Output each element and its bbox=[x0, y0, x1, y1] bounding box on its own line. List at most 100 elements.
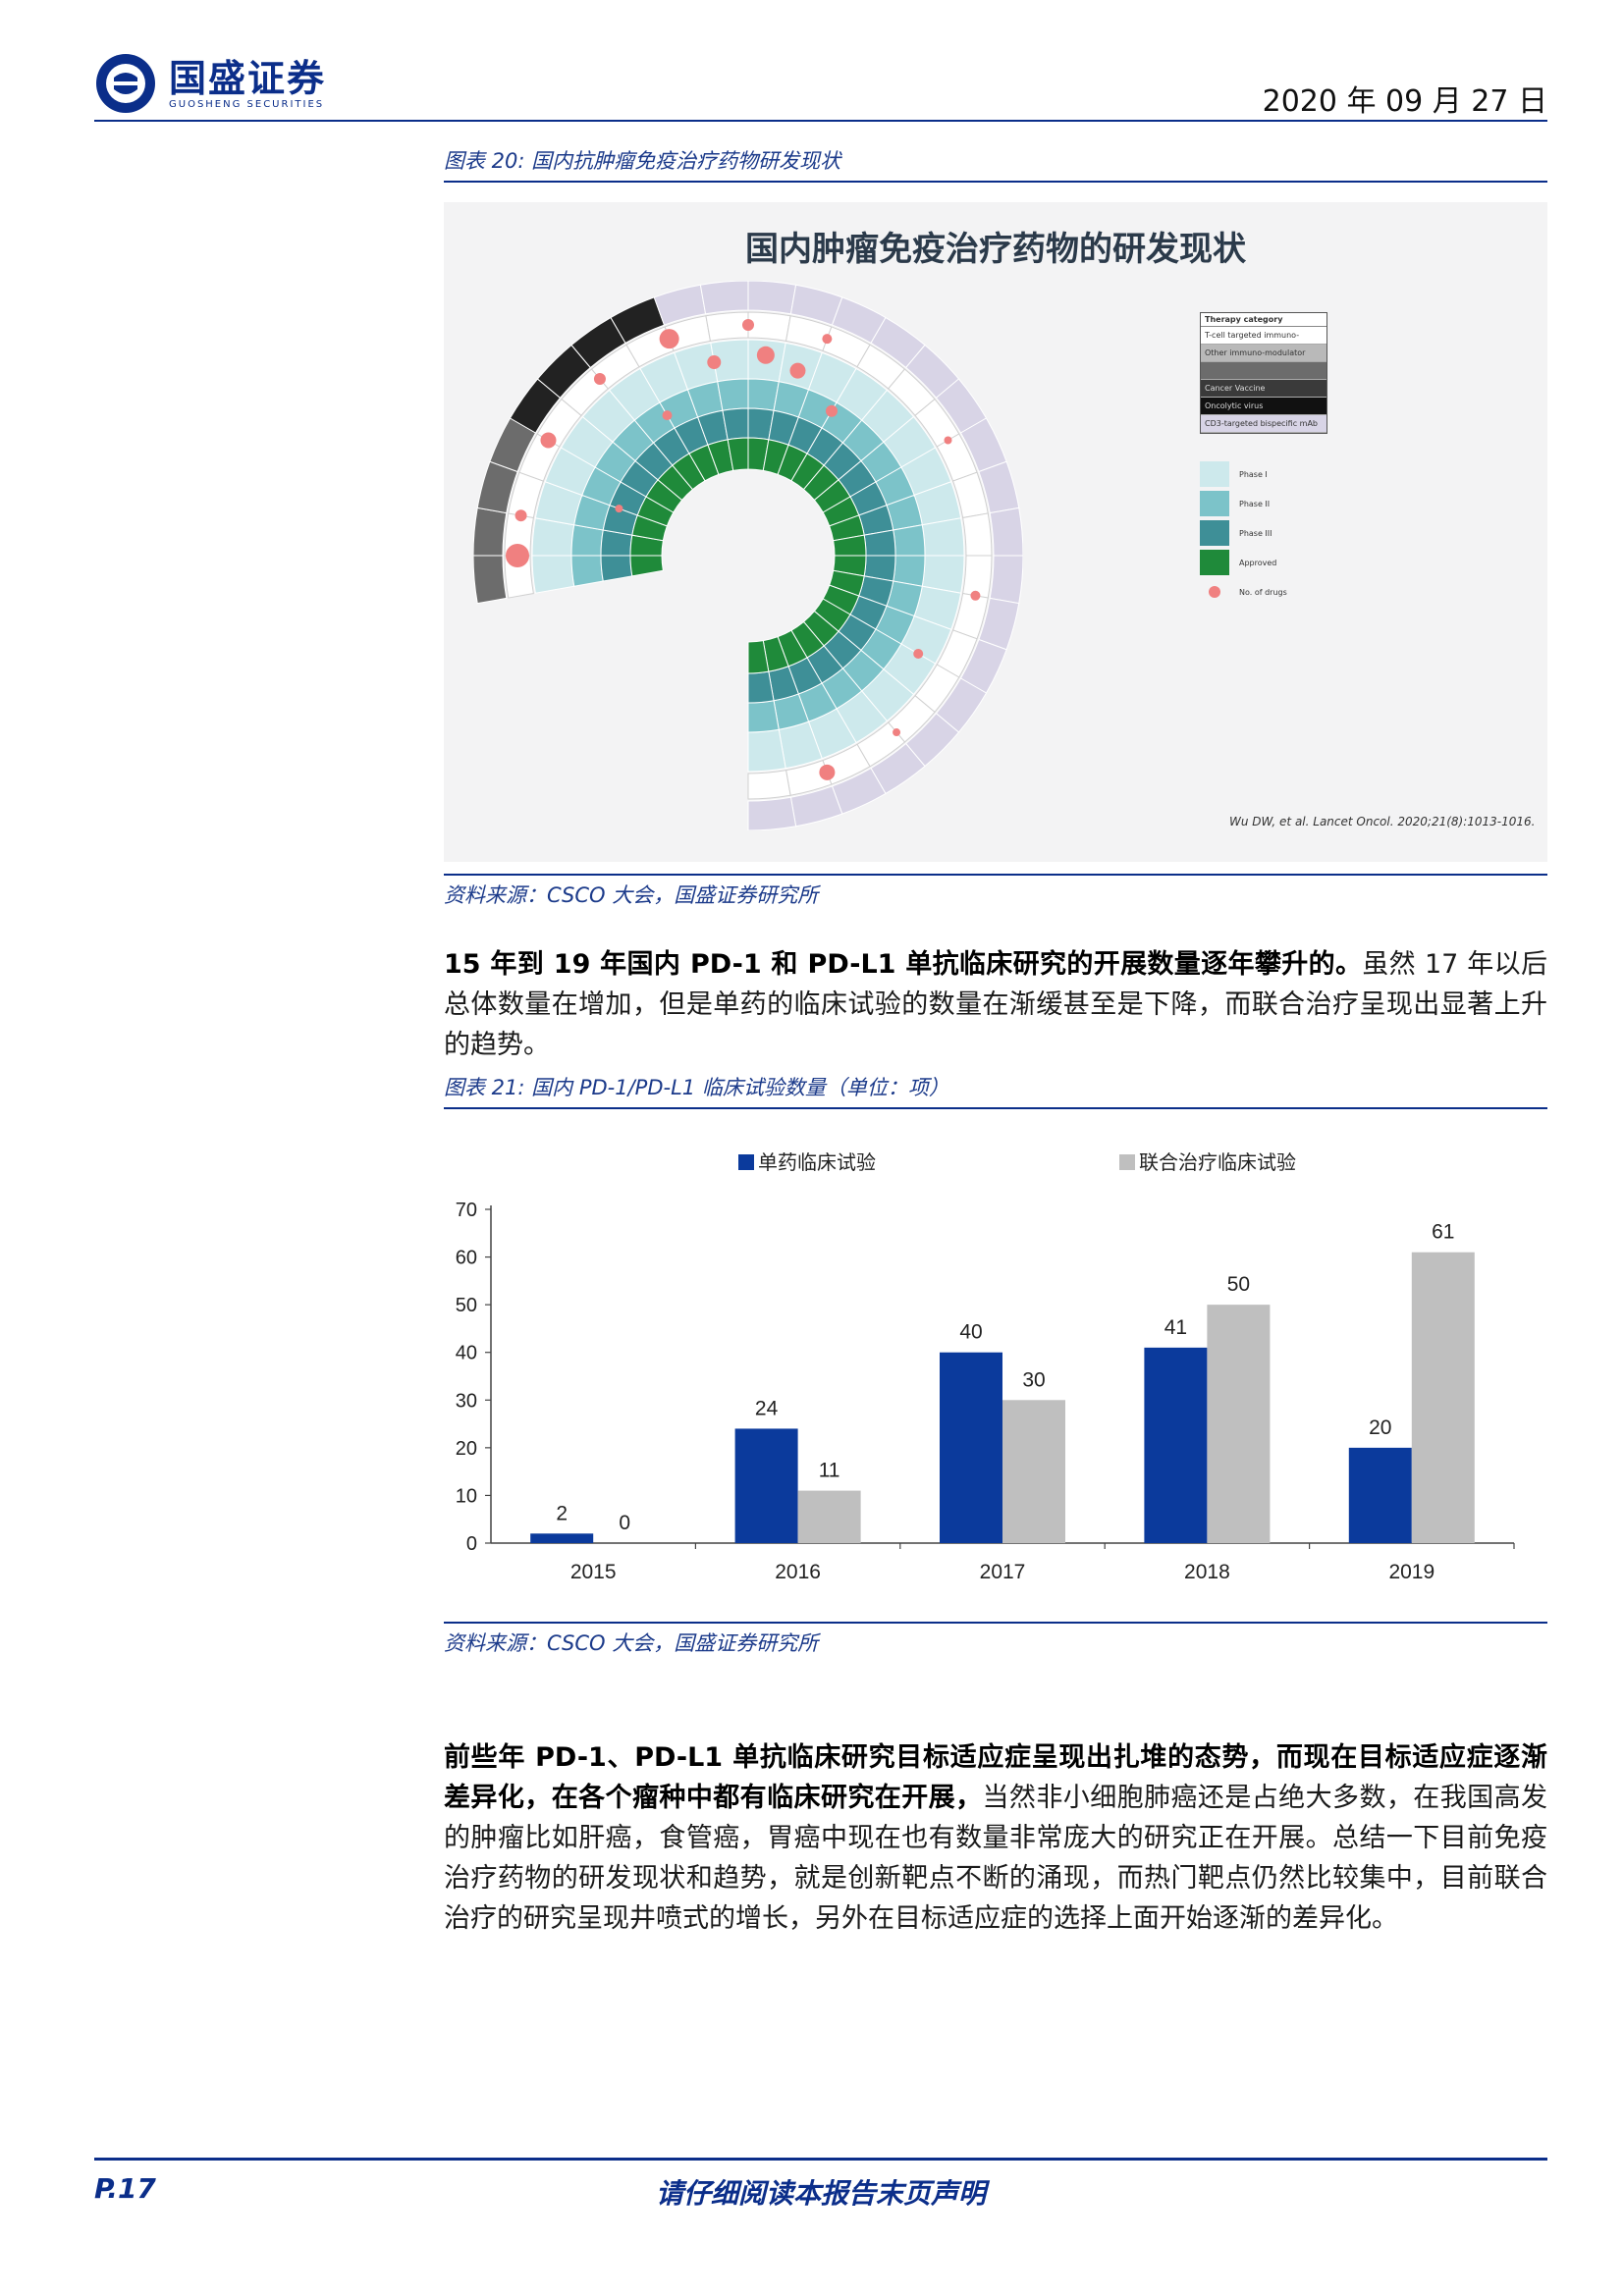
diagram-segment bbox=[531, 555, 575, 594]
phase-legend: Phase I Phase II Phase III Approved No. … bbox=[1200, 459, 1287, 607]
chart-bar bbox=[1348, 1447, 1412, 1543]
brand-logo: 国盛证券 GUOSHENG SECURITIES bbox=[94, 49, 326, 118]
drug-count-dot bbox=[822, 334, 833, 345]
drug-count-dot bbox=[913, 649, 924, 659]
diagram-segment bbox=[600, 555, 633, 582]
diagram-segment bbox=[863, 529, 896, 557]
diagram-segment bbox=[747, 770, 791, 800]
drug-count-dot bbox=[506, 544, 529, 567]
drug-count-dot bbox=[819, 764, 836, 780]
diagram-segment bbox=[747, 311, 791, 342]
drug-count-dot bbox=[944, 436, 952, 445]
diagram-segment bbox=[717, 378, 749, 411]
data-label: 24 bbox=[755, 1397, 779, 1419]
figure20-image: 国内肿瘤免疫治疗药物的研发现状 Therapy category T-cell … bbox=[444, 202, 1547, 862]
data-label: 40 bbox=[959, 1321, 982, 1344]
chart-bar bbox=[940, 1352, 1002, 1543]
disclaimer-note: 请仔细阅读本报告末页声明 bbox=[655, 2177, 986, 2210]
therapy-category-legend: Therapy category T-cell targeted immuno-… bbox=[1200, 312, 1327, 434]
phase-label: Approved bbox=[1239, 558, 1277, 567]
chart-bar bbox=[734, 1428, 798, 1543]
figure21-source: 资料来源：CSCO 大会，国盛证券研究所 bbox=[444, 1622, 1547, 1657]
paragraph-1: 15 年到 19 年国内 PD-1 和 PD-L1 单抗临床研究的开展数量逐年攀… bbox=[444, 944, 1547, 1065]
diagram-segment bbox=[570, 555, 604, 587]
data-label: 11 bbox=[819, 1460, 840, 1482]
y-tick-label: 60 bbox=[456, 1248, 477, 1269]
diagram-segment bbox=[747, 700, 780, 733]
brand-name-en: GUOSHENG SECURITIES bbox=[169, 98, 325, 110]
legend-title: Therapy category bbox=[1201, 313, 1326, 327]
phase-label: Phase I bbox=[1239, 469, 1268, 479]
chart-bar bbox=[1144, 1347, 1208, 1543]
data-label: 50 bbox=[1227, 1273, 1250, 1296]
diagram-segment bbox=[962, 512, 993, 557]
legend-item: Oncolytic virus bbox=[1201, 398, 1326, 415]
drug-count-dot bbox=[615, 505, 623, 513]
figure20-source: 资料来源：CSCO 大会，国盛证券研究所 bbox=[444, 874, 1547, 909]
page-header: 国盛证券 GUOSHENG SECURITIES 2020 年 09 月 27 … bbox=[94, 49, 1547, 122]
legend-label: 联合治疗临床试验 bbox=[1139, 1151, 1296, 1174]
phase-label: Phase III bbox=[1239, 528, 1272, 538]
diagram-segment bbox=[705, 311, 749, 342]
y-tick-label: 40 bbox=[456, 1343, 477, 1364]
drug-count-dot bbox=[970, 590, 981, 601]
y-tick-label: 30 bbox=[456, 1390, 477, 1412]
x-tick-label: 2019 bbox=[1388, 1561, 1435, 1583]
drug-count-dot bbox=[789, 362, 806, 379]
figure21-chart: 单药临床试验 联合治疗临床试验 0 10 20 30 40 50 60 70 2015 2 0 2016 2… bbox=[444, 1119, 1547, 1620]
diagram-segment bbox=[473, 507, 508, 557]
phase-label: No. of drugs bbox=[1239, 587, 1287, 597]
paragraph-1-bold: 15 年到 19 年国内 PD-1 和 PD-L1 单抗临床研究的开展数量逐年攀… bbox=[444, 949, 1363, 980]
diagram-segment bbox=[747, 670, 775, 704]
drug-count-dot bbox=[514, 509, 527, 522]
x-tick-label: 2018 bbox=[1184, 1561, 1230, 1583]
legend-item: Cancer Vaccine bbox=[1201, 380, 1326, 398]
legend-item: T-cell targeted immuno-modulator bbox=[1201, 327, 1326, 345]
legend-swatch bbox=[1119, 1154, 1135, 1170]
diagram-segment bbox=[699, 281, 749, 315]
circular-drug-pipeline-diagram bbox=[473, 281, 1023, 830]
legend-item bbox=[1201, 362, 1326, 380]
drug-count-dot bbox=[893, 728, 901, 737]
brand-name-cn: 国盛证券 bbox=[169, 56, 327, 100]
report-date: 2020 年 09 月 27 日 bbox=[1262, 84, 1547, 119]
diagram-segment bbox=[921, 517, 965, 557]
data-label: 20 bbox=[1369, 1416, 1391, 1439]
diagram-segment bbox=[893, 524, 926, 557]
drug-count-dot bbox=[540, 432, 557, 449]
legend-swatch bbox=[738, 1154, 754, 1170]
data-label: 2 bbox=[556, 1502, 568, 1524]
legend-label: 单药临床试验 bbox=[758, 1151, 876, 1174]
drug-count-dot bbox=[826, 404, 838, 417]
figure21-caption: 图表 21: 国内 PD-1/PD-L1 临床试验数量（单位：项） bbox=[444, 1072, 1547, 1109]
bar-chart: 单药临床试验 联合治疗临床试验01020304050607020152 020162… bbox=[456, 1151, 1515, 1583]
x-tick-label: 2016 bbox=[775, 1561, 821, 1583]
drug-count-dot bbox=[593, 372, 606, 385]
chart-bar bbox=[1002, 1400, 1065, 1543]
diagram-segment bbox=[473, 555, 508, 605]
diagram-segment bbox=[747, 796, 797, 830]
chart-bar bbox=[1207, 1305, 1271, 1543]
chart-bar bbox=[530, 1533, 594, 1543]
diagram-segment bbox=[747, 281, 797, 315]
legend-item: Other immuno-modulator bbox=[1201, 345, 1326, 362]
diagram-segment bbox=[989, 507, 1023, 557]
paragraph-2: 前些年 PD-1、PD-L1 单抗临床研究目标适应症呈现出扎堆的态势，而现在目标… bbox=[444, 1737, 1547, 1939]
chart-bar bbox=[797, 1490, 861, 1543]
diagram-segment bbox=[747, 728, 786, 773]
figure20-citation: Wu DW, et al. Lancet Oncol. 2020;21(8):1… bbox=[1229, 815, 1536, 828]
y-tick-label: 20 bbox=[456, 1438, 477, 1460]
diagram-segment bbox=[989, 555, 1023, 605]
diagram-segment bbox=[722, 407, 749, 441]
data-label: 41 bbox=[1164, 1316, 1187, 1339]
figure20-caption: 图表 20: 国内抗肿瘤免疫治疗药物研发现状 bbox=[444, 145, 1547, 183]
y-tick-label: 70 bbox=[456, 1200, 477, 1221]
figure20-image-title: 国内肿瘤免疫治疗药物的研发现状 bbox=[745, 230, 1246, 269]
page-footer: P.17 请仔细阅读本报告末页声明 bbox=[94, 2158, 1547, 2216]
diagram-center bbox=[664, 471, 833, 640]
y-tick-label: 50 bbox=[456, 1295, 477, 1316]
data-label: 61 bbox=[1432, 1221, 1454, 1244]
brand-logo-icon bbox=[96, 54, 155, 113]
y-tick-label: 0 bbox=[466, 1533, 477, 1555]
phase-label: Phase II bbox=[1239, 499, 1271, 508]
